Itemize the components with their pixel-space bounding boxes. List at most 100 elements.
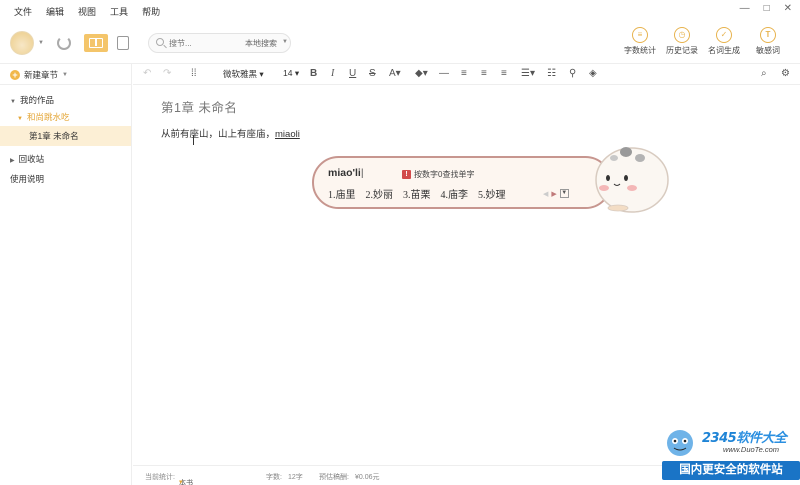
word-count-value: 12字 (288, 474, 303, 481)
align-left-icon[interactable]: ≡ (461, 68, 467, 79)
tree-item-chapter-1[interactable]: 第1章 未命名 (0, 126, 131, 146)
collapse-arrow-icon[interactable]: ▼ (10, 99, 16, 105)
watermark-logo: 2345软件大全 (702, 427, 787, 446)
word-count-label: 字数: (266, 474, 282, 481)
plus-icon: + (10, 70, 20, 80)
align-center-icon[interactable]: ≡ (481, 68, 487, 79)
history-button[interactable]: ◷ 历史记录 (662, 27, 702, 56)
word-count-icon: ≡ (632, 27, 648, 43)
name-generator-label: 名词生成 (708, 46, 740, 55)
ime-hint: ! 按数字0查找单字 (402, 169, 474, 180)
strikethrough-icon[interactable]: S (369, 68, 376, 79)
settings-icon[interactable]: ⚙ (781, 68, 790, 79)
logo-text: 软件大全 (736, 431, 787, 446)
info-icon: ! (402, 170, 411, 179)
paragraph-format-icon[interactable]: ⁞⁞ (191, 68, 197, 79)
ime-page-nav: ◀ ▶ ▼ (543, 189, 569, 198)
tree-item-label: 第1章 未命名 (29, 131, 79, 141)
font-size-value: 14 (283, 68, 293, 78)
list-icon[interactable]: ☷ (547, 68, 556, 79)
new-chapter-button[interactable]: + 新建章节 ▼ (10, 69, 68, 81)
minimize-icon[interactable]: — (740, 3, 750, 14)
chevron-down-icon[interactable]: ▼ (38, 40, 44, 46)
horizontal-rule-icon[interactable]: — (439, 68, 449, 79)
format-painter-icon[interactable]: ⚲ (569, 68, 576, 79)
chevron-down-icon[interactable]: ▾ (179, 478, 183, 485)
menu-bar: 文件 编辑 视图 工具 帮助 (0, 0, 800, 22)
hamster-mascot-icon (595, 147, 669, 213)
font-size-select[interactable]: 14 ▾ (283, 68, 299, 79)
expand-arrow-icon[interactable]: ▶ (10, 157, 15, 164)
tree-item-help[interactable]: 使用说明 (10, 173, 44, 185)
two-pane-view-button[interactable] (84, 34, 108, 52)
ime-candidate[interactable]: 5.妙理 (478, 186, 506, 201)
mascot-logo-icon (667, 430, 693, 456)
tree-item-label: 我的作品 (19, 95, 54, 105)
ime-input-text: miao'li| (328, 167, 364, 179)
font-family-value: 微软雅黑 (223, 69, 258, 79)
find-icon[interactable]: ⌕ (761, 68, 767, 79)
history-icon: ◷ (674, 27, 690, 43)
menu-edit[interactable]: 编辑 (46, 5, 64, 18)
eraser-icon[interactable]: ◈ (589, 68, 597, 79)
new-chapter-label: 新建章节 (24, 70, 59, 80)
ime-candidate[interactable]: 3.苗栗 (403, 186, 431, 201)
tree-item-my-works[interactable]: ▼ 我的作品 (10, 94, 54, 106)
tree-item-volume[interactable]: ▼ 和尚跳水吃 (17, 111, 69, 123)
word-count-button[interactable]: ≡ 字数统计 (620, 27, 660, 56)
search-icon (156, 38, 164, 46)
chapter-text: 从前有座山，山上有座庙， (161, 129, 276, 140)
name-generator-button[interactable]: ✓ 名词生成 (704, 27, 744, 56)
menu-file[interactable]: 文件 (14, 5, 32, 18)
italic-icon[interactable]: I (331, 68, 334, 79)
ime-candidate[interactable]: 1.庙里 (328, 186, 356, 201)
tree-item-label: 回收站 (18, 154, 45, 164)
main-toolbar: ▼ 本地搜索 ▼ ≡ 字数统计 ◷ 历史记录 ✓ 名词生成 T 敏感词 (0, 22, 800, 64)
chapter-body[interactable]: 从前有座山，山上有座庙，miaoli (161, 126, 300, 140)
window-controls: — □ ✕ (740, 3, 792, 14)
income-label: 预估稿酬: (319, 474, 349, 481)
prev-page-icon[interactable]: ◀ (543, 190, 548, 198)
ime-candidate-list: 1.庙里 2.妙丽 3.苗栗 4.庙李 5.妙理 (328, 186, 516, 201)
close-icon[interactable]: ✕ (784, 3, 792, 14)
font-family-select[interactable]: 微软雅黑 ▾ (223, 68, 264, 80)
name-generator-icon: ✓ (716, 27, 732, 43)
expand-candidates-icon[interactable]: ▼ (559, 189, 569, 198)
search-box[interactable]: 本地搜索 ▼ (148, 33, 291, 53)
ime-candidate-window: miao'li| ! 按数字0查找单字 1.庙里 2.妙丽 3.苗栗 4.庙李 … (312, 147, 669, 214)
sensitive-words-button[interactable]: T 敏感词 (748, 27, 788, 56)
single-pane-view-button[interactable] (117, 36, 129, 50)
count-scope-label: 当前统计: (145, 474, 175, 481)
menu-help[interactable]: 帮助 (142, 5, 160, 18)
text-cursor (193, 135, 194, 145)
chapter-title[interactable]: 第1章 未命名 (161, 97, 237, 116)
history-label: 历史记录 (666, 46, 698, 55)
search-scope-select[interactable]: 本地搜索 (245, 38, 277, 49)
ime-panel: miao'li| ! 按数字0查找单字 1.庙里 2.妙丽 3.苗栗 4.庙李 … (312, 156, 612, 209)
line-spacing-icon[interactable]: ☰▾ (521, 68, 535, 79)
ime-candidate[interactable]: 2.妙丽 (366, 186, 394, 201)
text-color-icon[interactable]: A▾ (389, 68, 401, 79)
chevron-down-icon[interactable]: ▼ (282, 39, 288, 45)
editor-area[interactable]: 第1章 未命名 从前有座山，山上有座庙，miaoli (133, 85, 800, 465)
maximize-icon[interactable]: □ (764, 3, 770, 14)
sensitive-words-icon: T (760, 27, 776, 43)
underline-icon[interactable]: U (349, 68, 356, 79)
sync-icon[interactable] (57, 36, 71, 50)
avatar[interactable] (10, 31, 34, 55)
bold-icon[interactable]: B (310, 68, 317, 79)
redo-icon[interactable]: ↷ (163, 68, 171, 79)
collapse-arrow-icon[interactable]: ▼ (17, 116, 23, 122)
tree-item-label: 和尚跳水吃 (26, 112, 70, 122)
search-input[interactable] (169, 37, 239, 50)
next-page-icon[interactable]: ▶ (551, 190, 556, 198)
format-toolbar: ↶ ↷ ⁞⁞ 微软雅黑 ▾ 14 ▾ B I U S A▾ ◆▾ — ≡ ≡ ≡… (133, 64, 800, 85)
undo-icon[interactable]: ↶ (143, 68, 151, 79)
menu-view[interactable]: 视图 (78, 5, 96, 18)
tree-item-recycle-bin[interactable]: ▶ 回收站 (10, 153, 44, 165)
highlight-color-icon[interactable]: ◆▾ (415, 68, 428, 79)
ime-candidate[interactable]: 4.庙李 (441, 186, 469, 201)
menu-tools[interactable]: 工具 (110, 5, 128, 18)
chevron-down-icon[interactable]: ▼ (62, 72, 68, 78)
align-right-icon[interactable]: ≡ (501, 68, 507, 79)
